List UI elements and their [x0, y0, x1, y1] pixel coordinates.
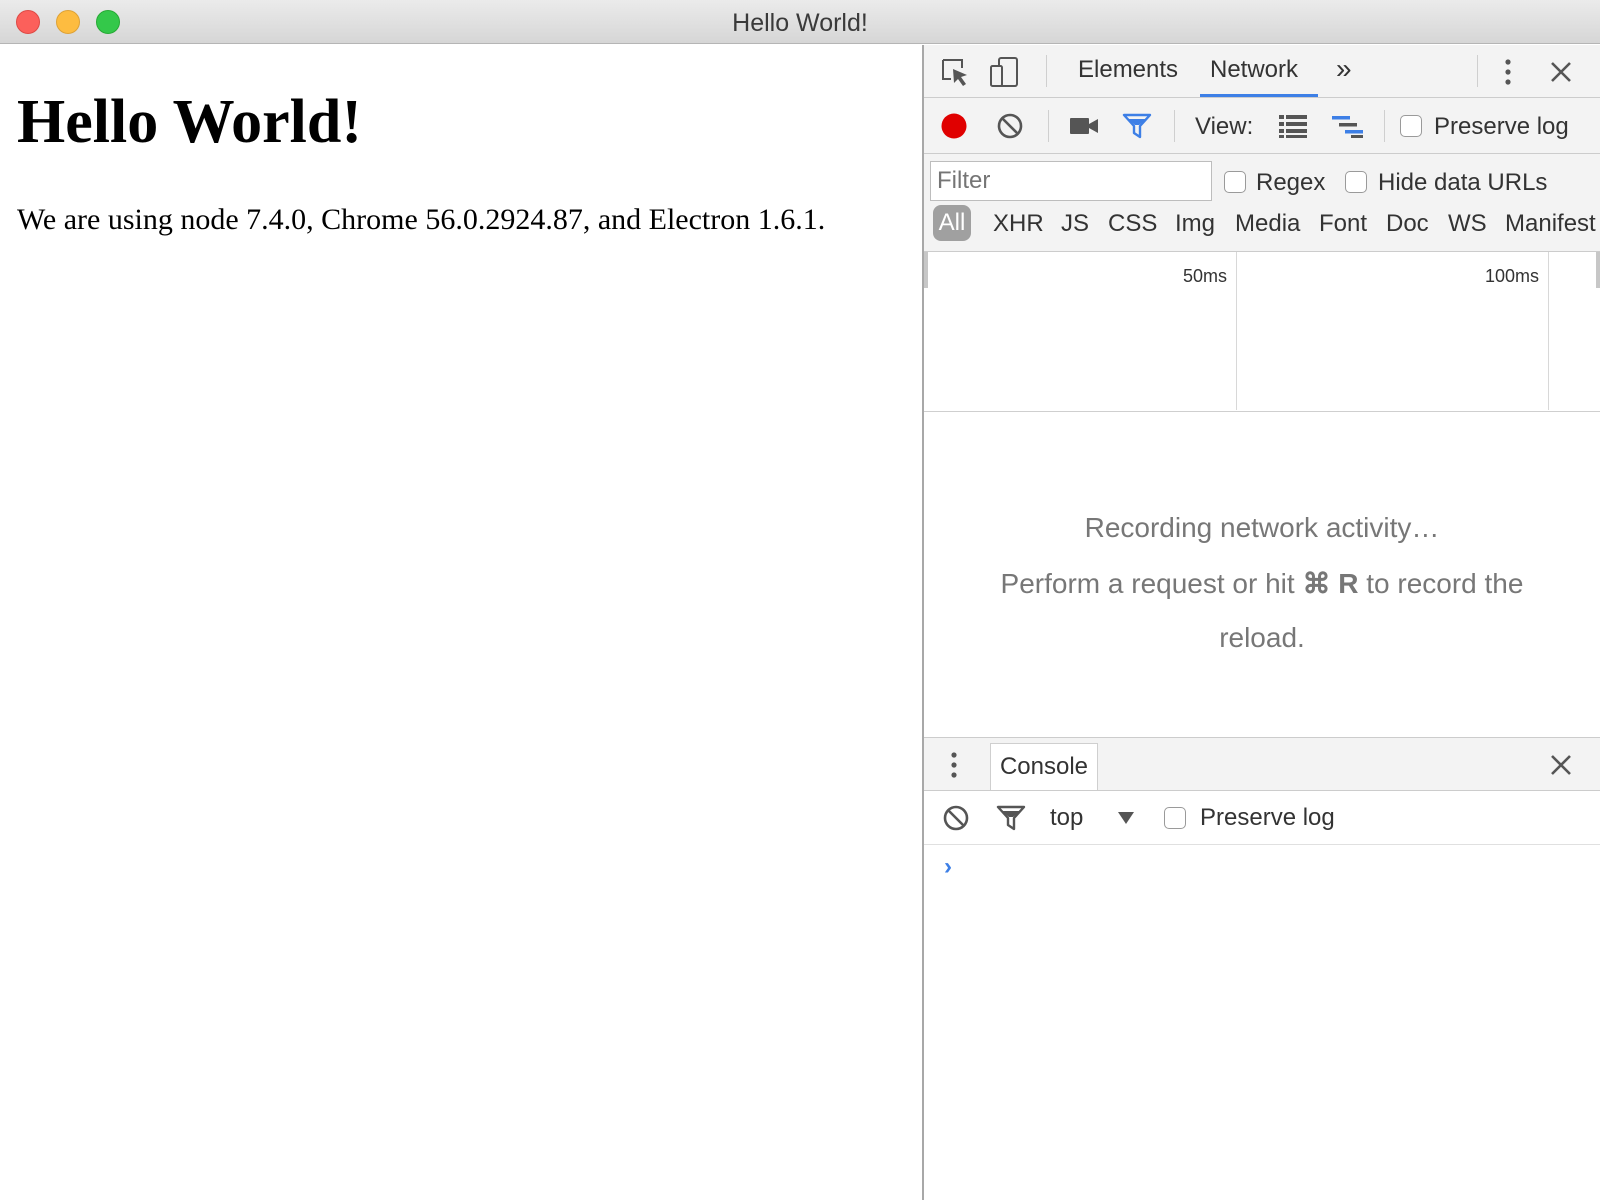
- type-filter-media[interactable]: Media: [1235, 210, 1300, 238]
- page-content: Hello World! We are using node 7.4.0, Ch…: [0, 45, 922, 1200]
- toolbar-separator: [1384, 110, 1385, 142]
- type-filter-font[interactable]: Font: [1319, 210, 1367, 238]
- drawer-tab-bar: Console: [924, 737, 1600, 791]
- type-filter-img[interactable]: Img: [1175, 210, 1215, 238]
- toolbar-separator: [1174, 110, 1175, 142]
- type-filter-js[interactable]: JS: [1061, 210, 1089, 238]
- regex-checkbox[interactable]: [1224, 171, 1246, 193]
- tab-network[interactable]: Network: [1210, 56, 1298, 84]
- network-filter-bar: Regex Hide data URLs All XHR JS CSS Img …: [924, 154, 1600, 252]
- toolbar-separator: [1046, 55, 1047, 87]
- type-filter-css[interactable]: CSS: [1108, 210, 1157, 238]
- filter-icon[interactable]: [1120, 110, 1154, 142]
- device-toolbar-icon[interactable]: [988, 55, 1022, 89]
- empty-state-instruction-prefix: Perform a request or hit: [1000, 568, 1295, 599]
- record-button-icon[interactable]: [938, 110, 970, 142]
- shortcut-command-symbol: ⌘: [1302, 568, 1331, 599]
- console-preserve-log-label: Preserve log: [1200, 804, 1335, 831]
- tab-console[interactable]: Console: [990, 743, 1098, 790]
- window-title-bar: Hello World!: [0, 0, 1600, 44]
- inspect-element-icon[interactable]: [938, 55, 972, 89]
- network-overview-timeline[interactable]: 50ms 100ms: [924, 252, 1600, 412]
- timeline-gridline: [1548, 252, 1549, 410]
- console-filter-icon[interactable]: [994, 802, 1028, 834]
- type-filter-doc[interactable]: Doc: [1386, 210, 1429, 238]
- devtools-panel: Elements Network » View: Preserve log Fi…: [922, 45, 1600, 1200]
- window-title: Hello World!: [732, 9, 868, 37]
- more-options-icon[interactable]: [1498, 55, 1518, 89]
- console-preserve-log-checkbox[interactable]: [1164, 807, 1186, 829]
- type-filter-all[interactable]: All: [933, 205, 971, 241]
- preserve-log-checkbox[interactable]: [1400, 115, 1422, 137]
- page-heading: Hello World!: [17, 88, 363, 156]
- clear-icon[interactable]: [994, 110, 1026, 142]
- empty-state-title: Recording network activity…: [1084, 512, 1440, 543]
- console-toolbar: top Preserve log: [924, 791, 1600, 845]
- toolbar-separator: [1048, 110, 1049, 142]
- view-label: View:: [1195, 113, 1254, 140]
- timeline-tick-label: 50ms: [1183, 266, 1228, 286]
- page-paragraph: We are using node 7.4.0, Chrome 56.0.292…: [17, 203, 826, 236]
- overview-right-handle[interactable]: [1596, 252, 1600, 288]
- capture-screenshots-icon[interactable]: [1066, 110, 1102, 142]
- empty-state-instruction: Perform a request or hit ⌘ R to record t…: [924, 567, 1600, 600]
- empty-state-instruction-suffix: to record the: [1366, 568, 1524, 599]
- more-tabs-button[interactable]: »: [1336, 53, 1352, 85]
- close-drawer-icon[interactable]: [1544, 748, 1578, 782]
- filter-input[interactable]: [930, 161, 1212, 201]
- large-rows-view-icon[interactable]: [1276, 110, 1310, 142]
- console-prompt-icon[interactable]: ›: [944, 853, 952, 881]
- context-dropdown-arrow-icon[interactable]: [1114, 804, 1138, 832]
- clear-console-icon[interactable]: [940, 802, 972, 834]
- timeline-tick-label: 100ms: [1485, 266, 1540, 286]
- context-selector-value[interactable]: top: [1050, 804, 1083, 832]
- network-toolbar: View: Preserve log: [924, 98, 1600, 154]
- devtools-main-toolbar: Elements Network »: [924, 45, 1600, 98]
- toolbar-separator: [1477, 55, 1478, 87]
- overview-left-handle[interactable]: [924, 252, 928, 288]
- close-devtools-icon[interactable]: [1544, 55, 1578, 89]
- type-filter-manifest[interactable]: Manifest: [1505, 210, 1596, 238]
- waterfall-view-icon[interactable]: [1330, 110, 1366, 142]
- hide-data-urls-checkbox[interactable]: [1345, 171, 1367, 193]
- hide-data-urls-label: Hide data URLs: [1378, 169, 1548, 196]
- regex-label: Regex: [1256, 169, 1326, 196]
- tab-elements[interactable]: Elements: [1078, 56, 1178, 84]
- empty-state-instruction-end: reload.: [1219, 622, 1305, 653]
- tab-network-underline: [1200, 94, 1318, 97]
- type-filter-ws[interactable]: WS: [1448, 210, 1487, 238]
- drawer-menu-icon[interactable]: [944, 748, 964, 782]
- timeline-gridline: [1236, 252, 1237, 410]
- shortcut-key: R: [1338, 568, 1359, 599]
- preserve-log-label: Preserve log: [1434, 113, 1569, 140]
- type-filter-xhr[interactable]: XHR: [993, 210, 1044, 238]
